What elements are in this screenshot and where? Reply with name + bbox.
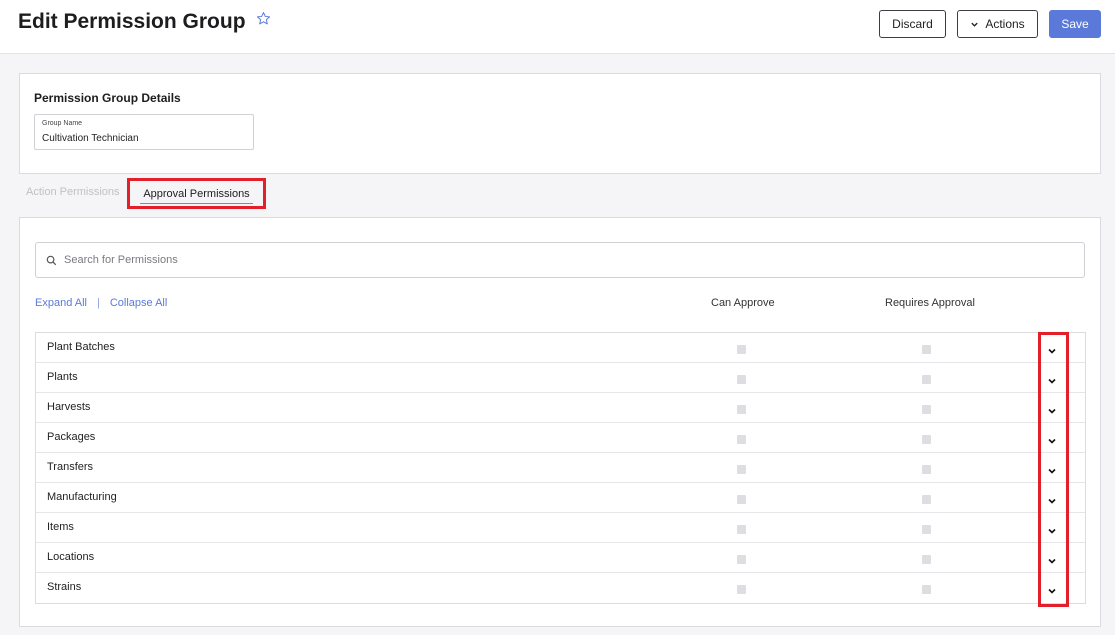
search-input[interactable] [64,254,964,266]
requires-approval-checkbox[interactable] [922,465,931,474]
chevron-down-icon [1047,348,1056,354]
page-title: Edit Permission Group [18,10,271,34]
requires-approval-checkbox[interactable] [922,345,931,354]
requires-approval-checkbox[interactable] [922,495,931,504]
can-approve-checkbox[interactable] [737,465,746,474]
can-approve-checkbox[interactable] [737,495,746,504]
chevron-down-icon [1047,378,1056,384]
can-approve-checkbox[interactable] [737,585,746,594]
link-separator: | [96,297,100,309]
chevron-down-icon [1047,558,1056,564]
can-approve-checkbox[interactable] [737,525,746,534]
requires-approval-checkbox[interactable] [922,555,931,564]
permission-label: Strains [47,581,82,593]
can-approve-checkbox[interactable] [737,405,746,414]
permission-label: Items [47,521,74,533]
chevron-down-icon [1047,588,1056,594]
expand-row-button[interactable] [1044,553,1059,568]
chevron-down-icon [1047,528,1056,534]
page-title-text: Edit Permission Group [18,10,246,33]
expand-row-button[interactable] [1044,403,1059,418]
permission-label: Plant Batches [47,341,115,353]
can-approve-checkbox[interactable] [737,375,746,384]
permission-row-locations[interactable]: Locations [36,543,1085,573]
expand-collapse-controls: Expand All | Collapse All [35,297,167,309]
expand-row-button[interactable] [1044,433,1059,448]
expand-row-button[interactable] [1044,583,1059,598]
permissions-card: Expand All | Collapse All Can Approve Re… [19,217,1101,627]
permission-row-items[interactable]: Items [36,513,1085,543]
save-button[interactable]: Save [1049,10,1101,38]
search-box[interactable] [35,242,1085,278]
can-approve-checkbox[interactable] [737,435,746,444]
chevron-down-icon [1047,498,1056,504]
discard-button[interactable]: Discard [879,10,946,38]
permission-row-harvests[interactable]: Harvests [36,393,1085,423]
permission-label: Harvests [47,401,91,413]
chevron-down-icon [1047,408,1056,414]
expand-row-button[interactable] [1044,343,1059,358]
permissions-table: Plant Batches Plants Harvests Packages T… [35,332,1086,604]
permission-group-details-card: Permission Group Details Group Name Cult… [19,73,1101,174]
requires-approval-checkbox[interactable] [922,585,931,594]
expand-row-button[interactable] [1044,373,1059,388]
permission-row-packages[interactable]: Packages [36,423,1085,453]
permission-label: Transfers [47,461,94,473]
expand-all-link[interactable]: Expand All [35,297,87,309]
permission-label: Plants [47,371,78,383]
group-name-label: Group Name [42,120,83,127]
active-tab-underline [140,203,253,204]
requires-approval-checkbox[interactable] [922,375,931,384]
can-approve-checkbox[interactable] [737,555,746,564]
details-section-title: Permission Group Details [34,91,181,105]
permission-label: Packages [47,431,96,443]
tab-approval-label: Approval Permissions [143,187,250,200]
requires-approval-checkbox[interactable] [922,525,931,534]
can-approve-header: Can Approve [711,297,775,309]
actions-button[interactable]: Actions [957,10,1038,38]
collapse-all-link[interactable]: Collapse All [110,297,167,309]
requires-approval-checkbox[interactable] [922,405,931,414]
star-icon[interactable] [256,11,271,26]
tab-approval-permissions[interactable]: Approval Permissions [127,178,266,209]
expand-row-button[interactable] [1044,463,1059,478]
permission-row-strains[interactable]: Strains [36,573,1085,603]
chevron-down-icon [971,22,978,27]
permission-label: Manufacturing [47,491,117,503]
search-icon [46,255,57,265]
permission-row-transfers[interactable]: Transfers [36,453,1085,483]
tab-action-permissions[interactable]: Action Permissions [26,186,120,198]
group-name-field[interactable]: Group Name Cultivation Technician [34,114,254,150]
can-approve-checkbox[interactable] [737,345,746,354]
chevron-down-icon [1047,468,1056,474]
permission-label: Locations [47,551,95,563]
permission-row-plant-batches[interactable]: Plant Batches [36,333,1085,363]
group-name-value[interactable]: Cultivation Technician [42,133,139,144]
requires-approval-checkbox[interactable] [922,435,931,444]
permission-row-plants[interactable]: Plants [36,363,1085,393]
permission-row-manufacturing[interactable]: Manufacturing [36,483,1085,513]
actions-button-label: Actions [985,17,1025,31]
page-header: Edit Permission Group Discard Actions Sa… [0,0,1115,54]
expand-row-button[interactable] [1044,523,1059,538]
requires-approval-header: Requires Approval [885,297,975,309]
expand-row-button[interactable] [1044,493,1059,508]
chevron-down-icon [1047,438,1056,444]
